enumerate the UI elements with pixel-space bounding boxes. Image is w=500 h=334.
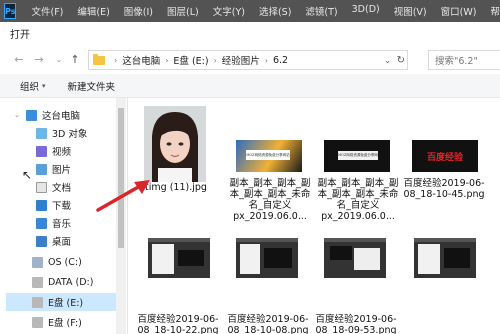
chevron-down-icon[interactable]: ⌄ (14, 111, 20, 119)
sidebar-item-label: 这台电脑 (42, 111, 81, 122)
file-name-label[interactable]: 副本_副本_副本_副本_副本_副本_未命名_自定义px_2019.06.0... (316, 178, 400, 222)
sidebar-item-label: E盘 (E:) (48, 298, 84, 309)
sidebar-item-music[interactable]: 音乐 (36, 214, 71, 232)
file-thumbnail[interactable] (324, 238, 386, 278)
sidebar-item-downloads[interactable]: 下载 (36, 196, 71, 214)
file-thumbnail[interactable]: MOZ网络资源免费分享网站 (324, 140, 390, 172)
documents-icon (36, 181, 47, 193)
back-button[interactable]: ← (10, 50, 28, 68)
chevron-right-icon: › (264, 55, 268, 65)
sidebar-item-label: 3D 对象 (52, 129, 88, 140)
menu-view[interactable]: 视图(V) (387, 4, 434, 18)
sidebar-item-label: DATA (D:) (48, 276, 94, 288)
organize-button[interactable]: 组织 ▾ (20, 79, 46, 93)
sidebar-item-documents[interactable]: 文档 (36, 178, 71, 196)
sidebar-scrollbar[interactable] (116, 98, 126, 334)
file-name-label[interactable]: 副本_副本_副本_副本_副本_副本_未命名_自定义px_2019.06.0... (228, 178, 312, 222)
sidebar-item-label: 文档 (52, 183, 72, 194)
chevron-right-icon: › (213, 55, 217, 65)
breadcrumb-this-pc[interactable]: 这台电脑 (122, 53, 160, 67)
computer-icon (26, 109, 37, 121)
breadcrumb-folder[interactable]: 经验图片 (222, 53, 260, 67)
photoshop-menubar: Ps 文件(F) 编辑(E) 图像(I) 图层(L) 文字(Y) 选择(S) 滤… (0, 0, 500, 22)
breadcrumb-e-drive[interactable]: E盘 (E:) (173, 53, 208, 67)
menu-help[interactable]: 帮助(H) (483, 4, 500, 18)
dialog-title: 打开 (0, 22, 500, 44)
file-name-label[interactable]: 百度经验2019-06-08_18-10-08.png (226, 314, 310, 334)
toolbar: 组织 ▾ 新建文件夹 (0, 74, 500, 98)
sidebar-item-d-drive[interactable]: DATA (D:) (32, 273, 93, 291)
menu-image[interactable]: 图像(I) (117, 4, 160, 18)
file-name-label[interactable]: 百度经验2019-06-08_18-10-45.png (402, 178, 486, 200)
file-thumbnail[interactable]: 百度经验 (412, 140, 478, 172)
pictures-icon (36, 163, 47, 175)
annotation-arrow-icon (96, 180, 150, 212)
menu-type[interactable]: 文字(Y) (206, 4, 252, 18)
file-name-label[interactable]: 百度经验2019-06-08_18-10-22.png (136, 314, 220, 334)
music-icon (36, 217, 47, 229)
menu-filter[interactable]: 滤镜(T) (298, 4, 344, 18)
address-row: ← → ⌄ ↑ › 这台电脑 › E盘 (E:) › 经验图片 › 6.2 ⌄ ↻ 搜索… (0, 44, 500, 74)
sidebar-item-video[interactable]: 视频 (36, 142, 71, 160)
banner-text: MOZ网络资源免费分享网站 (338, 151, 378, 160)
sidebar-item-e-drive[interactable]: E盘 (E:) (6, 293, 116, 311)
drive-icon (32, 296, 43, 308)
desktop-icon (36, 235, 47, 247)
sidebar-item-this-pc[interactable]: ⌄ 这台电脑 (14, 106, 81, 124)
menu-file[interactable]: 文件(F) (24, 4, 70, 18)
drive-icon (32, 316, 43, 328)
menu-window[interactable]: 窗口(W) (434, 4, 484, 18)
chevron-right-icon: › (165, 55, 169, 65)
breadcrumb-current[interactable]: 6.2 (273, 55, 288, 66)
ps-menu: 文件(F) 编辑(E) 图像(I) 图层(L) 文字(Y) 选择(S) 滤镜(T… (24, 4, 500, 18)
file-list: timg (11).jpg MOZ网络资源免费分享网站 副本_副本_副本_副本_… (130, 98, 500, 334)
address-dropdown-icon[interactable]: ⌄ (384, 56, 391, 65)
menu-edit[interactable]: 编辑(E) (70, 4, 116, 18)
chevron-right-icon: › (114, 55, 118, 65)
sidebar-item-label: OS (C:) (48, 256, 82, 268)
organize-label: 组织 (20, 81, 40, 93)
photoshop-logo: Ps (4, 3, 17, 19)
sidebar-item-3d-objects[interactable]: 3D 对象 (36, 124, 87, 142)
drive-icon (32, 276, 43, 288)
sidebar-item-label: 图片 (52, 165, 72, 176)
drive-icon (32, 256, 43, 268)
thumbnail-text: 百度经验 (426, 152, 463, 163)
portrait-photo (144, 106, 206, 182)
search-input[interactable]: 搜索"6.2" (428, 50, 500, 70)
sidebar-item-label: 桌面 (52, 237, 72, 248)
mouse-cursor-icon: ↖ (22, 168, 33, 182)
caret-down-icon: ▾ (42, 81, 46, 90)
banner-text: MOZ网络资源免费分享网站 (246, 150, 290, 160)
new-folder-button[interactable]: 新建文件夹 (68, 79, 116, 93)
file-thumbnail[interactable] (414, 238, 476, 278)
sidebar-item-desktop[interactable]: 桌面 (36, 232, 71, 250)
sidebar-item-label: 视频 (52, 147, 72, 158)
up-button[interactable]: ↑ (66, 50, 84, 68)
sidebar-item-label: E盘 (F:) (48, 318, 82, 329)
refresh-icon[interactable]: ↻ (397, 55, 405, 66)
menu-select[interactable]: 选择(S) (252, 4, 298, 18)
address-bar[interactable]: › 这台电脑 › E盘 (E:) › 经验图片 › 6.2 ⌄ ↻ (88, 50, 408, 70)
file-thumbnail[interactable] (236, 238, 298, 278)
sidebar-item-c-drive[interactable]: OS (C:) (32, 253, 82, 271)
sidebar-item-label: 音乐 (52, 219, 72, 230)
folder-icon (93, 53, 105, 65)
sidebar-item-label: 下载 (52, 201, 72, 212)
menu-layer[interactable]: 图层(L) (160, 4, 206, 18)
file-thumbnail[interactable]: MOZ网络资源免费分享网站 (236, 140, 302, 172)
3d-objects-icon (36, 127, 47, 139)
file-thumbnail[interactable] (148, 238, 210, 278)
download-icon (36, 199, 47, 211)
menu-3d[interactable]: 3D(D) (345, 4, 387, 18)
file-thumbnail[interactable] (144, 106, 206, 182)
video-icon (36, 145, 47, 157)
forward-button[interactable]: → (30, 50, 48, 68)
file-name-label[interactable]: 百度经验2019-06-08_18-09-53.png (314, 314, 398, 334)
sidebar-item-pictures[interactable]: 图片 (36, 160, 71, 178)
sidebar-item-f-drive[interactable]: E盘 (F:) (32, 313, 82, 331)
navigation-pane: ⌄ 这台电脑 3D 对象 视频 图片 文档 下载 音乐 桌面 OS (C:) D… (0, 98, 128, 334)
